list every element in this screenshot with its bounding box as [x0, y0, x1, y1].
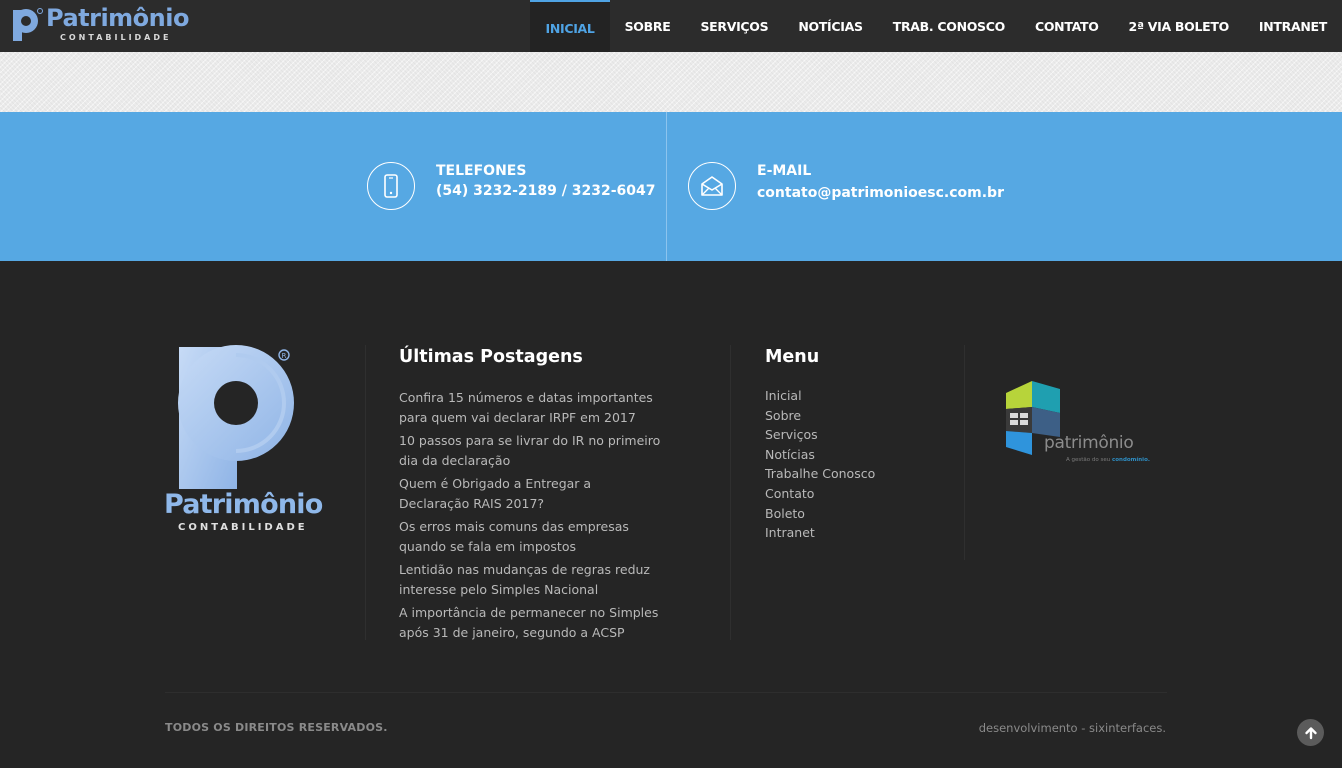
- partner-tagline-prefix: A gestão do seu: [1066, 457, 1112, 463]
- pattern-strip: [0, 52, 1342, 112]
- post-link[interactable]: Os erros mais comuns das empresas quando…: [399, 517, 661, 557]
- post-link[interactable]: Quem é Obrigado a Entregar a Declaração …: [399, 474, 661, 514]
- footer-logo-subtitle: CONTABILIDADE: [178, 522, 308, 533]
- post-link[interactable]: A importância de permanecer no Simples a…: [399, 603, 661, 643]
- nav-item-trab-conosco[interactable]: TRAB. CONOSCO: [878, 0, 1020, 52]
- footer-logo-name: Patrimônio: [164, 489, 323, 520]
- phone-value[interactable]: (54) 3232-2189 / 3232-6047: [436, 183, 656, 199]
- partner-name: patrimônio: [1044, 433, 1134, 453]
- copyright-text: TODOS OS DIREITOS RESERVADOS.: [165, 721, 388, 734]
- posts-list: Confira 15 números e datas importantes p…: [399, 388, 661, 646]
- footer-menu-item-sobre[interactable]: Sobre: [765, 406, 875, 426]
- logo-name: Patrimônio: [46, 4, 189, 32]
- footer-menu: Inicial Sobre Serviços Notícias Trabalhe…: [765, 386, 875, 543]
- post-link[interactable]: Lentidão nas mudanças de regras reduz in…: [399, 560, 661, 600]
- credits-link[interactable]: desenvolvimento - sixinterfaces.: [979, 721, 1166, 735]
- footer-menu-item-trabalhe-conosco[interactable]: Trabalhe Conosco: [765, 464, 875, 484]
- contact-band: TELEFONES (54) 3232-2189 / 3232-6047 E-M…: [0, 112, 1342, 261]
- phone-title: TELEFONES: [436, 163, 527, 179]
- posts-title: Últimas Postagens: [399, 347, 583, 367]
- nav-item-contato[interactable]: CONTATO: [1020, 0, 1114, 52]
- smartphone-icon: [367, 162, 415, 210]
- nav-item-intranet[interactable]: INTRANET: [1244, 0, 1342, 52]
- footer-menu-item-boleto[interactable]: Boleto: [765, 504, 875, 524]
- nav-item-boleto[interactable]: 2ª VIA BOLETO: [1114, 0, 1244, 52]
- nav-item-noticias[interactable]: NOTÍCIAS: [783, 0, 877, 52]
- post-link[interactable]: Confira 15 números e datas importantes p…: [399, 388, 661, 428]
- footer-menu-item-intranet[interactable]: Intranet: [765, 523, 875, 543]
- navbar: Patrimônio CONTABILIDADE INICIAL SOBRE S…: [0, 0, 1342, 52]
- site-logo[interactable]: Patrimônio CONTABILIDADE: [12, 4, 189, 44]
- nav-item-sobre[interactable]: SOBRE: [610, 0, 686, 52]
- footer-menu-item-noticias[interactable]: Notícias: [765, 445, 875, 465]
- footer-divider-3: [964, 345, 965, 560]
- footer-menu-item-servicos[interactable]: Serviços: [765, 425, 875, 445]
- email-title: E-MAIL: [757, 163, 812, 179]
- logo-subtitle: CONTABILIDADE: [60, 33, 172, 42]
- contact-divider: [666, 112, 667, 261]
- footer-divider-2: [730, 345, 731, 640]
- back-to-top-button[interactable]: [1297, 719, 1324, 746]
- partner-tagline-bold: condomínio.: [1111, 457, 1150, 463]
- email-value[interactable]: contato@patrimonioesc.com.br: [757, 185, 1004, 201]
- footer-menu-item-inicial[interactable]: Inicial: [765, 386, 875, 406]
- main-nav: INICIAL SOBRE SERVIÇOS NOTÍCIAS TRAB. CO…: [530, 0, 1342, 52]
- menu-title: Menu: [765, 347, 820, 367]
- nav-item-inicial[interactable]: INICIAL: [530, 0, 610, 52]
- post-link[interactable]: 10 passos para se livrar do IR no primei…: [399, 431, 661, 471]
- partner-logo[interactable]: patrimônio A gestão do seu condomínio.: [1002, 379, 1162, 469]
- arrow-up-icon: [1304, 726, 1317, 739]
- footer-logo-mark-icon: R: [178, 345, 294, 489]
- nav-item-servicos[interactable]: SERVIÇOS: [685, 0, 783, 52]
- footer-divider-1: [365, 345, 366, 640]
- footer-menu-item-contato[interactable]: Contato: [765, 484, 875, 504]
- footer-logo: R Patrimônio CONTABILIDADE: [164, 345, 323, 535]
- logo-mark-icon: [13, 8, 43, 41]
- footer-rule: [165, 692, 1167, 693]
- envelope-open-icon: [688, 162, 736, 210]
- svg-text:R: R: [282, 352, 287, 360]
- partner-tagline: A gestão do seu condomínio.: [1066, 457, 1150, 463]
